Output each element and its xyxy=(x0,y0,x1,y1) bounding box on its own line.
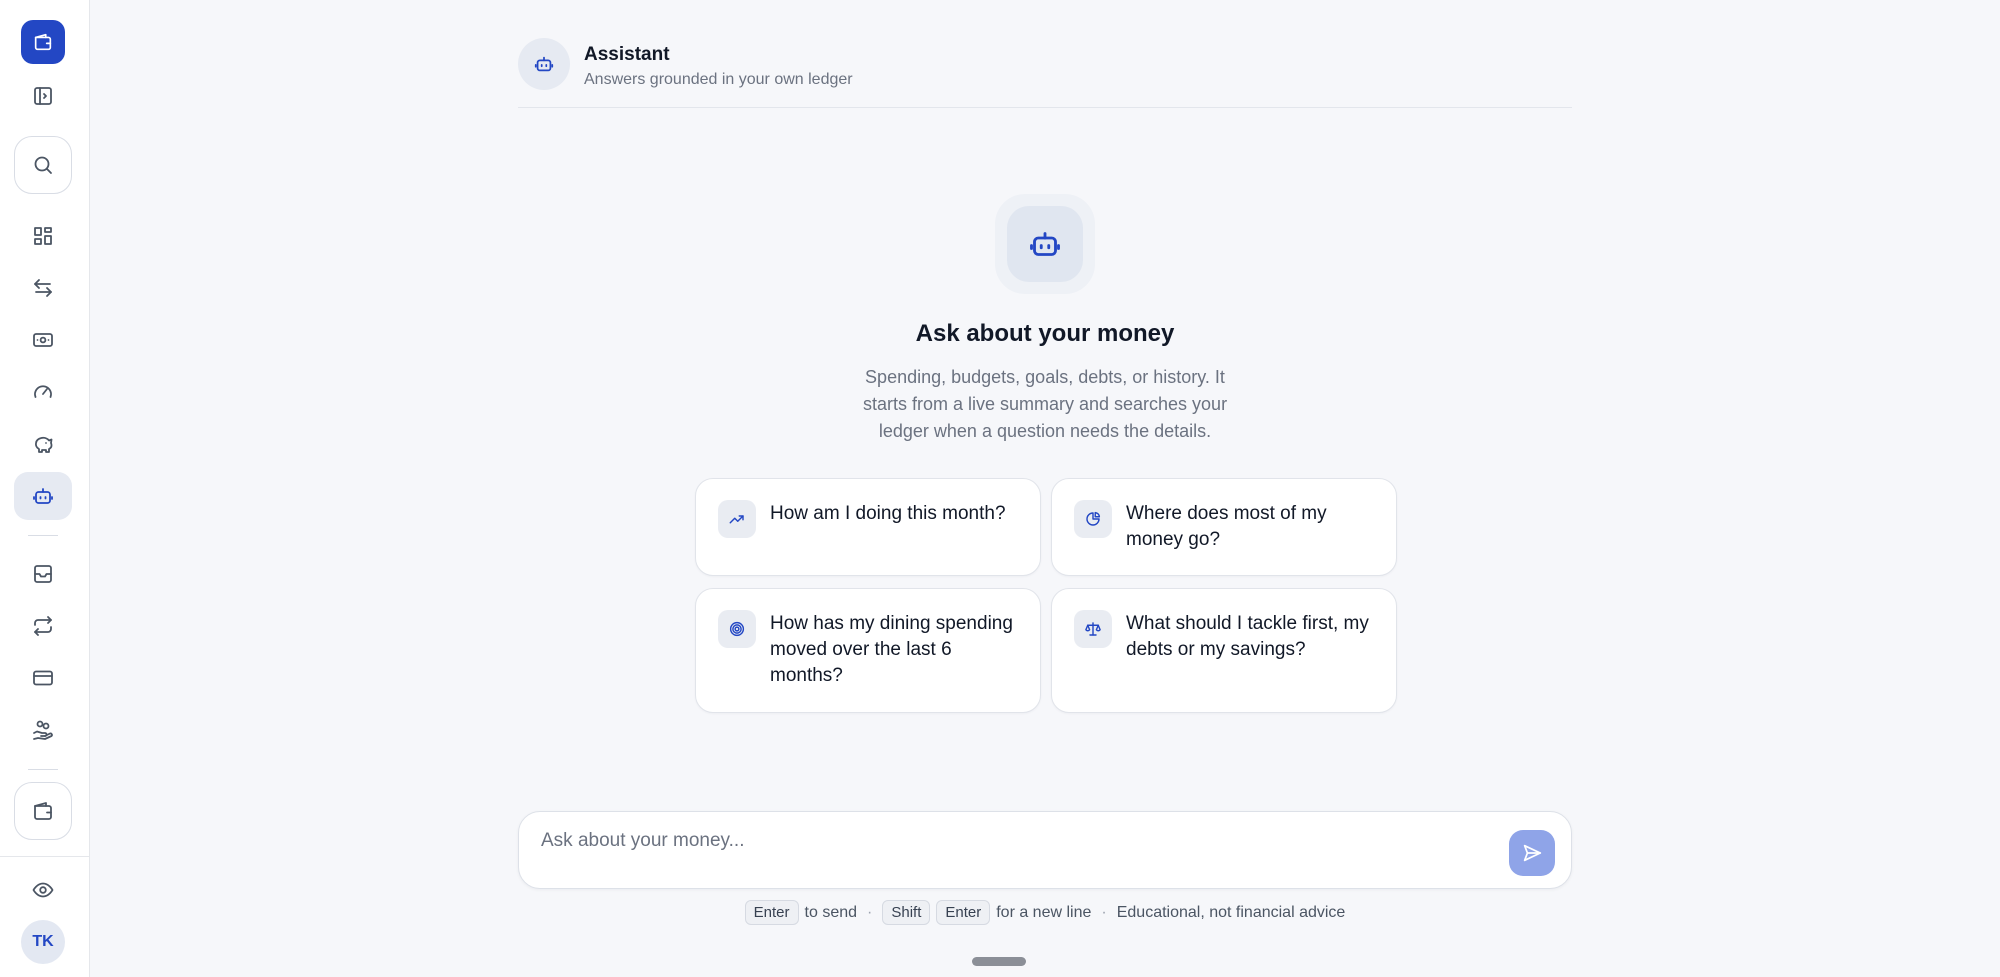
sidebar-divider xyxy=(28,769,58,770)
privacy-eye-icon[interactable] xyxy=(14,866,72,914)
banknote-icon xyxy=(33,333,53,347)
page-header: Assistant Answers grounded in your own l… xyxy=(518,38,1572,108)
hero-title: Ask about your money xyxy=(915,320,1175,347)
hint-separator: · xyxy=(1101,903,1107,921)
arrows-left-right-icon xyxy=(34,279,52,297)
sidebar-item-dashboard[interactable] xyxy=(14,212,72,260)
suggestion-card[interactable]: What should I tackle first, my debts or … xyxy=(1051,588,1397,713)
hint-separator: · xyxy=(867,903,873,921)
send-icon xyxy=(1523,844,1542,862)
wallet-icon xyxy=(34,802,52,820)
archive-icon xyxy=(34,565,52,583)
sidebar-item-inbox[interactable] xyxy=(14,550,72,598)
gauge-icon xyxy=(34,385,52,398)
piggy-bank-icon xyxy=(35,436,53,453)
composer-hint: Enter to send · Shift Enter for a new li… xyxy=(518,900,1572,925)
chat-composer xyxy=(518,811,1572,889)
bot-icon xyxy=(518,38,570,90)
suggestion-text: How am I doing this month? xyxy=(770,503,1006,524)
hint-new-line: for a new line xyxy=(996,903,1092,921)
sidebar-item-transactions[interactable] xyxy=(14,264,72,312)
suggestion-text: Where does most of my money go? xyxy=(1126,503,1327,550)
suggestion-card[interactable]: Where does most of my money go? xyxy=(1051,478,1397,576)
sidebar-divider xyxy=(28,535,58,536)
grid-icon xyxy=(34,227,52,245)
sidebar-divider xyxy=(0,856,90,857)
send-button[interactable] xyxy=(1509,830,1555,876)
pie-chart-icon xyxy=(1074,500,1112,538)
chat-input[interactable] xyxy=(541,826,1441,856)
scale-icon xyxy=(1074,610,1112,648)
trending-up-icon xyxy=(718,500,756,538)
credit-card-icon xyxy=(33,670,53,686)
hint-to-send: to send xyxy=(804,903,858,921)
bot-icon xyxy=(33,488,53,504)
sidebar-item-assistant[interactable] xyxy=(14,472,72,520)
hand-coins-icon xyxy=(33,720,53,740)
page-subtitle: Answers grounded in your own ledger xyxy=(584,71,853,88)
sidebar-item-savings[interactable] xyxy=(14,420,72,468)
suggestion-text: What should I tackle first, my debts or … xyxy=(1126,613,1369,660)
hint-disclaimer: Educational, not financial advice xyxy=(1116,903,1346,921)
suggestion-text: How has my dining spending moved over th… xyxy=(770,613,1013,686)
hero-description: Spending, budgets, goals, debts, or hist… xyxy=(862,367,1228,441)
app-logo-wallet-icon[interactable] xyxy=(21,20,65,64)
hero-bot-icon xyxy=(995,194,1095,294)
sidebar: TK xyxy=(0,0,90,977)
sidebar-item-debts[interactable] xyxy=(14,706,72,754)
sidebar-item-recurring[interactable] xyxy=(14,602,72,650)
repeat-icon xyxy=(34,616,52,636)
suggestion-card[interactable]: How has my dining spending moved over th… xyxy=(695,588,1041,713)
sidebar-item-cash[interactable] xyxy=(14,316,72,364)
resize-handle[interactable] xyxy=(972,957,1026,966)
page-title: Assistant xyxy=(584,44,670,65)
kbd-shift: Shift xyxy=(882,900,931,925)
bot-icon xyxy=(1030,232,1060,256)
target-icon xyxy=(718,610,756,648)
avatar[interactable]: TK xyxy=(21,920,65,964)
sidebar-item-cards[interactable] xyxy=(14,654,72,702)
suggestion-card[interactable]: How am I doing this month? xyxy=(695,478,1041,576)
kbd-enter: Enter xyxy=(936,900,991,925)
sidebar-toggle-icon[interactable] xyxy=(14,72,72,120)
sidebar-item-budgets[interactable] xyxy=(14,368,72,416)
kbd-enter: Enter xyxy=(744,900,799,925)
sidebar-item-accounts[interactable] xyxy=(14,782,72,840)
search-icon[interactable] xyxy=(14,136,72,194)
